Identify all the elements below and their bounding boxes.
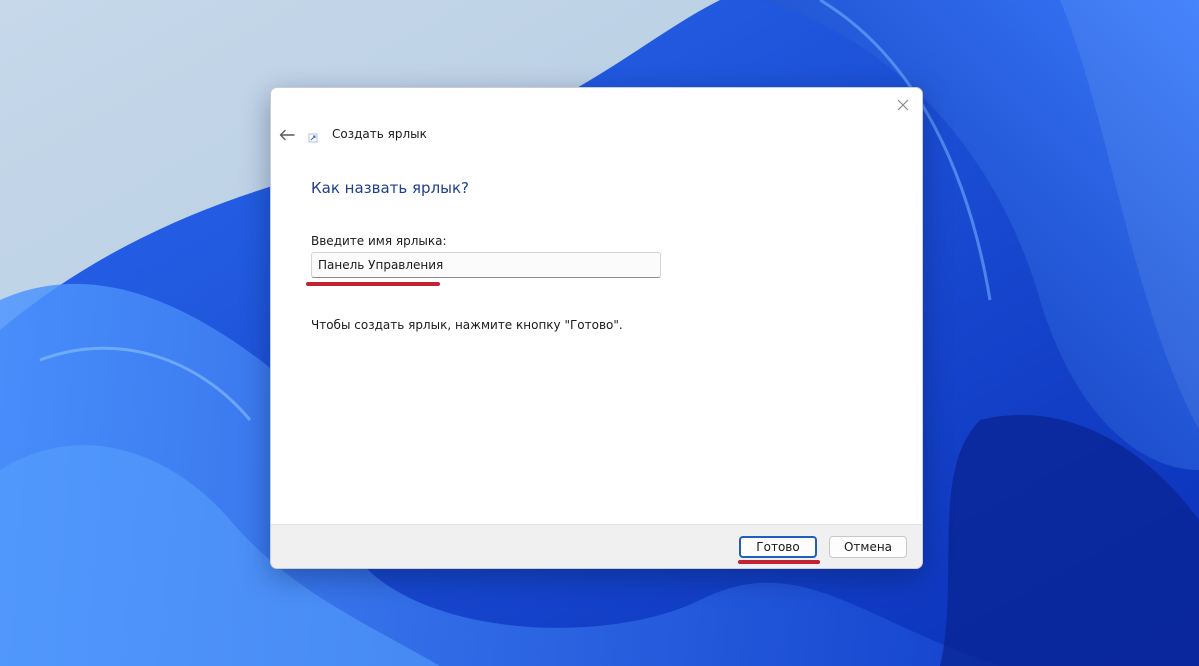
window-title: Создать ярлык <box>332 127 427 141</box>
shortcut-name-input[interactable] <box>311 252 661 278</box>
desktop: Создать ярлык Как назвать ярлык? Введите… <box>0 0 1199 666</box>
shortcut-icon <box>308 133 318 143</box>
close-button[interactable] <box>892 94 914 116</box>
finish-button[interactable]: Готово <box>739 536 817 558</box>
back-arrow-icon <box>279 129 295 141</box>
create-shortcut-dialog: Создать ярлык Как назвать ярлык? Введите… <box>270 87 923 569</box>
annotation-underline-input <box>306 282 440 286</box>
annotation-underline-finish <box>738 560 820 564</box>
back-button[interactable] <box>277 125 297 145</box>
shortcut-name-label: Введите имя ярлыка: <box>311 234 447 248</box>
page-heading: Как назвать ярлык? <box>311 179 470 197</box>
cancel-button[interactable]: Отмена <box>829 536 907 558</box>
close-icon <box>897 99 909 111</box>
instruction-text: Чтобы создать ярлык, нажмите кнопку "Гот… <box>311 318 623 332</box>
dialog-footer: Готово Отмена <box>271 524 922 568</box>
